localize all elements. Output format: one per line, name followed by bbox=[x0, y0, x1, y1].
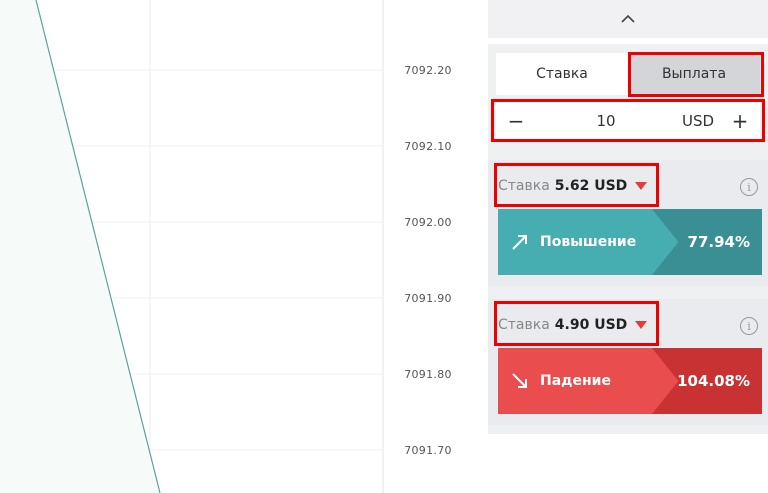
tab-payout[interactable]: Выплата bbox=[628, 53, 760, 95]
info-icon[interactable]: i bbox=[740, 178, 758, 196]
collapse-button[interactable] bbox=[488, 0, 768, 38]
trade-panel: Ставка Выплата − USD + Ставка 5.62 USD i bbox=[488, 0, 768, 493]
stake-label: Ставка bbox=[498, 178, 550, 194]
trade-card: Ставка Выплата − USD + Ставка 5.62 USD i bbox=[488, 44, 768, 434]
mode-tabs: Ставка Выплата bbox=[496, 53, 760, 95]
info-icon[interactable]: i bbox=[740, 317, 758, 335]
price-label: 7091.70 bbox=[404, 444, 452, 457]
increase-button[interactable]: + bbox=[720, 101, 760, 141]
amount-stepper: − USD + bbox=[496, 101, 760, 141]
arrow-down-right-icon bbox=[512, 373, 527, 388]
stake-dropdown-down[interactable]: Ставка 4.90 USD bbox=[498, 317, 648, 333]
price-label: 7091.90 bbox=[404, 292, 452, 305]
rise-button-label-wrap: Повышение bbox=[498, 209, 668, 275]
amount-input[interactable] bbox=[536, 106, 676, 136]
price-label: 7092.20 bbox=[404, 64, 452, 77]
tab-stake[interactable]: Ставка bbox=[496, 53, 628, 95]
chevron-up-icon bbox=[621, 14, 635, 23]
stake-value: 5.62 USD bbox=[554, 178, 628, 194]
price-label: 7091.80 bbox=[404, 368, 452, 381]
stake-value: 4.90 USD bbox=[554, 317, 628, 333]
fall-button-label-wrap: Падение bbox=[498, 348, 668, 414]
outcome-up: Ставка 5.62 USD i Повышение 77.94% bbox=[488, 160, 768, 286]
price-area bbox=[0, 0, 160, 493]
fall-button[interactable]: Падение 104.08% bbox=[498, 348, 762, 414]
dropdown-triangle-icon bbox=[635, 182, 648, 190]
stake-label: Ставка bbox=[498, 317, 550, 333]
rise-button[interactable]: Повышение 77.94% bbox=[498, 209, 762, 275]
price-label: 7092.10 bbox=[404, 140, 452, 153]
stake-dropdown-up[interactable]: Ставка 5.62 USD bbox=[498, 178, 648, 194]
outcome-down: Ставка 4.90 USD i Падение 104.08% bbox=[488, 299, 768, 425]
decrease-button[interactable]: − bbox=[496, 101, 536, 141]
rise-label: Повышение bbox=[540, 234, 637, 250]
dropdown-triangle-icon bbox=[635, 321, 648, 329]
currency-label: USD bbox=[681, 112, 715, 130]
rise-percent: 77.94% bbox=[652, 209, 762, 275]
fall-percent: 104.08% bbox=[652, 348, 762, 414]
arrow-up-right-icon bbox=[512, 235, 527, 250]
fall-label: Падение bbox=[540, 373, 611, 389]
price-label: 7092.00 bbox=[404, 216, 452, 229]
price-chart[interactable]: 7092.20 7092.10 7092.00 7091.90 7091.80 … bbox=[0, 0, 488, 493]
